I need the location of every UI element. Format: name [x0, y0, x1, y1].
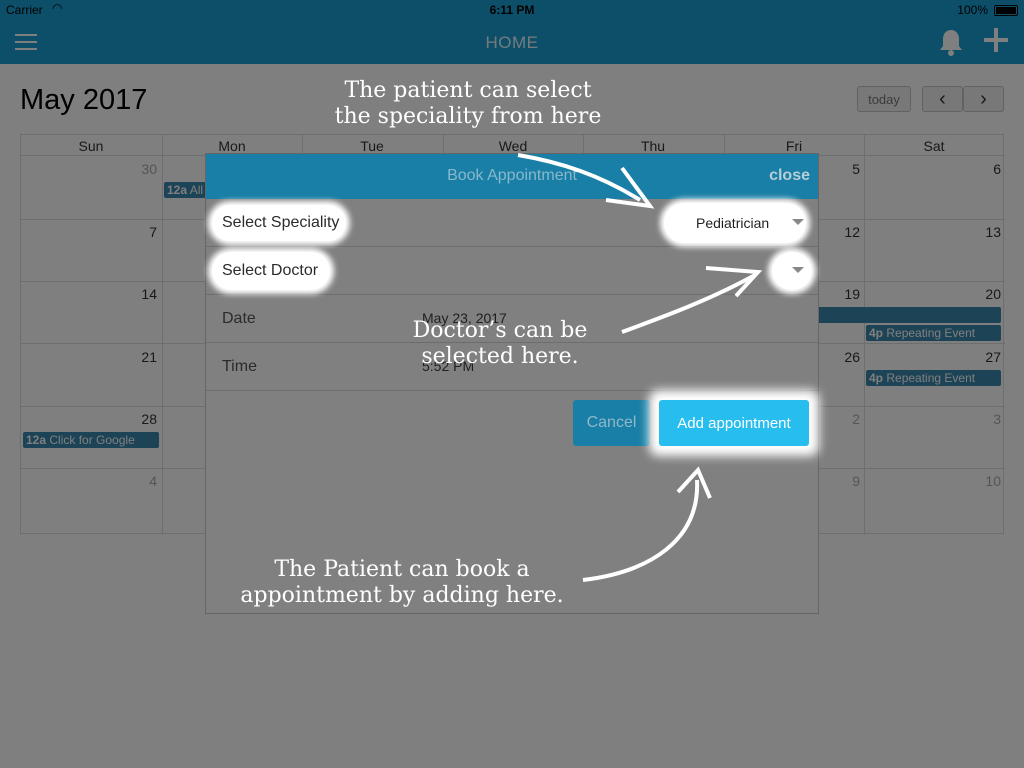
annotation-speciality: The patient can select the speciality fr… [334, 78, 602, 129]
annotation-doctor: Doctor’s can be selected here. [412, 318, 588, 369]
annotation-booking: The Patient can book a appointment by ad… [240, 557, 564, 608]
